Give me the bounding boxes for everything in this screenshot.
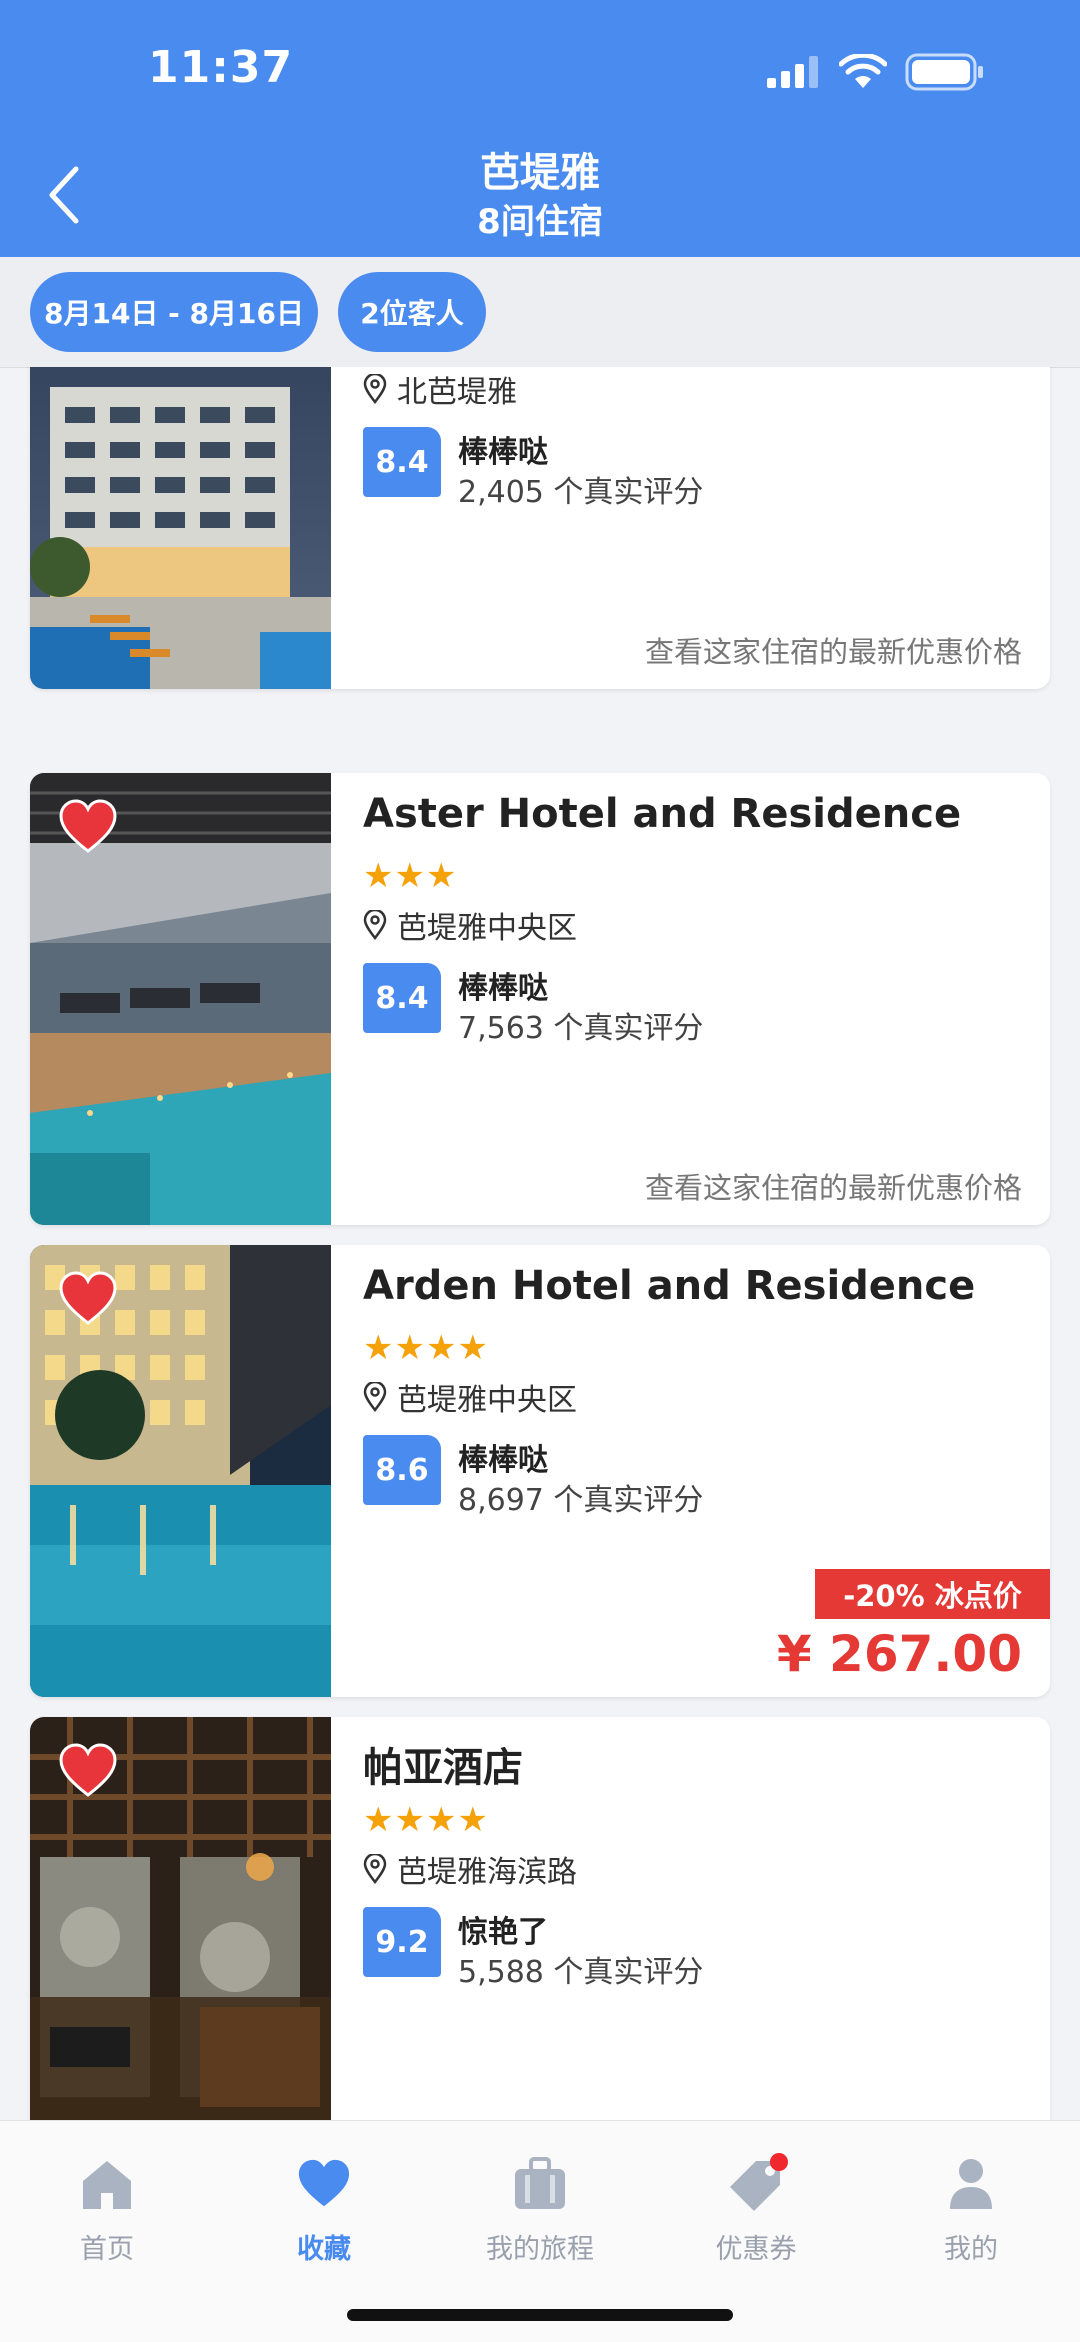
hotel-card[interactable]: Aster Hotel and Residence ★★★ 芭堤雅中央区 8.4… bbox=[30, 773, 1050, 1225]
tab-profile[interactable]: 我的 bbox=[901, 2149, 1041, 2266]
tab-label: 收藏 bbox=[297, 2234, 351, 2265]
hotel-stars: ★★★ bbox=[363, 856, 458, 896]
tab-label: 首页 bbox=[80, 2234, 134, 2265]
status-time: 11:37 bbox=[148, 42, 294, 93]
hotel-info: Aster Hotel and Residence ★★★ 芭堤雅中央区 8.4… bbox=[363, 773, 1022, 1225]
score-text: 惊艳了 bbox=[458, 1915, 548, 1950]
app-header: 11:37 芭堤雅 8间住宿 bbox=[0, 0, 1080, 257]
favorite-heart-icon[interactable] bbox=[58, 799, 118, 855]
hotel-card[interactable]: 帕亚酒店 ★★★★ 芭堤雅海滨路 9.2 惊艳了 5,588 个真实评分 bbox=[30, 1717, 1050, 2120]
hotel-info: Arden Hotel and Residence ★★★★ 芭堤雅中央区 8.… bbox=[363, 1245, 1050, 1697]
location-pin-icon bbox=[363, 374, 387, 404]
tab-my-trips[interactable]: 我的旅程 bbox=[470, 2149, 610, 2266]
location-text: 芭堤雅海滨路 bbox=[397, 1855, 577, 1890]
hotel-stars: ★★★★ bbox=[363, 1800, 489, 1840]
wifi-icon bbox=[839, 54, 887, 88]
tab-label: 我的旅程 bbox=[486, 2234, 594, 2265]
score-text: 棒棒哒 bbox=[458, 971, 548, 1006]
signal-icon bbox=[767, 56, 818, 88]
suitcase-icon bbox=[515, 2157, 565, 2209]
notification-dot bbox=[770, 2153, 788, 2171]
hotel-photo bbox=[30, 773, 331, 1225]
hotel-info: ★★★★ 北芭堤雅 8.4 棒棒哒 2,405 个真实评分 查看这家住宿的最新优… bbox=[363, 367, 1022, 689]
score-text: 棒棒哒 bbox=[458, 435, 548, 470]
review-count: 7,563 个真实评分 bbox=[458, 1011, 704, 1046]
price-hint[interactable]: 查看这家住宿的最新优惠价格 bbox=[645, 1165, 1022, 1207]
hotel-name: 帕亚酒店 bbox=[363, 1745, 523, 1791]
hotel-photo bbox=[30, 367, 331, 689]
score-badge: 9.2 bbox=[363, 1907, 441, 1977]
hotel-location: 芭堤雅海滨路 bbox=[363, 1847, 577, 1891]
hotel-name: Aster Hotel and Residence bbox=[363, 791, 962, 837]
score-badge: 8.4 bbox=[363, 963, 441, 1033]
home-icon bbox=[83, 2161, 131, 2209]
review-count: 2,405 个真实评分 bbox=[458, 475, 704, 510]
score-badge: 8.6 bbox=[363, 1435, 441, 1505]
review-count: 5,588 个真实评分 bbox=[458, 1955, 704, 1990]
date-range-chip[interactable]: 8月14日 - 8月16日 bbox=[30, 272, 318, 352]
location-pin-icon bbox=[363, 1854, 387, 1884]
hotel-card[interactable]: ★★★★ 北芭堤雅 8.4 棒棒哒 2,405 个真实评分 查看这家住宿的最新优… bbox=[30, 367, 1050, 689]
hotel-location: 芭堤雅中央区 bbox=[363, 903, 577, 947]
location-text: 芭堤雅中央区 bbox=[397, 911, 577, 946]
hotel-card[interactable]: Arden Hotel and Residence ★★★★ 芭堤雅中央区 8.… bbox=[30, 1245, 1050, 1697]
location-pin-icon bbox=[363, 910, 387, 940]
location-text: 芭堤雅中央区 bbox=[397, 1383, 577, 1418]
person-icon bbox=[950, 2159, 992, 2209]
tab-label: 我的 bbox=[944, 2234, 998, 2265]
favorite-heart-icon[interactable] bbox=[58, 1743, 118, 1799]
home-indicator bbox=[347, 2309, 733, 2321]
page-title: 芭堤雅 bbox=[480, 150, 600, 196]
score-text: 棒棒哒 bbox=[458, 1443, 548, 1478]
hotel-info: 帕亚酒店 ★★★★ 芭堤雅海滨路 9.2 惊艳了 5,588 个真实评分 bbox=[363, 1717, 1022, 2120]
hotel-location: 北芭堤雅 bbox=[363, 367, 517, 411]
hotel-photo bbox=[30, 1245, 331, 1697]
score-badge: 8.4 bbox=[363, 427, 441, 497]
location-pin-icon bbox=[363, 1382, 387, 1412]
tab-home[interactable]: 首页 bbox=[37, 2149, 177, 2266]
hotel-price: ¥ 267.00 bbox=[776, 1625, 1022, 1683]
heart-icon bbox=[298, 2159, 350, 2207]
hotel-photo bbox=[30, 1717, 331, 2120]
deal-badge: -20% 冰点价 bbox=[815, 1569, 1050, 1619]
favorite-heart-icon[interactable] bbox=[58, 1271, 118, 1327]
price-hint[interactable]: 查看这家住宿的最新优惠价格 bbox=[645, 629, 1022, 671]
battery-icon bbox=[905, 53, 983, 91]
page-subtitle: 8间住宿 bbox=[477, 202, 603, 242]
location-text: 北芭堤雅 bbox=[397, 375, 517, 410]
hotel-location: 芭堤雅中央区 bbox=[363, 1375, 577, 1419]
hotel-stars: ★★★★ bbox=[363, 1328, 489, 1368]
tab-coupons[interactable]: 优惠券 bbox=[686, 2149, 826, 2266]
filter-bar: 8月14日 - 8月16日 2位客人 bbox=[0, 257, 1080, 368]
tab-label: 优惠券 bbox=[715, 2234, 797, 2265]
hotel-list[interactable]: ★★★★ 北芭堤雅 8.4 棒棒哒 2,405 个真实评分 查看这家住宿的最新优… bbox=[0, 367, 1080, 2120]
hotel-name: Arden Hotel and Residence bbox=[363, 1263, 976, 1309]
tab-favorites[interactable]: 收藏 bbox=[254, 2149, 394, 2266]
review-count: 8,697 个真实评分 bbox=[458, 1483, 704, 1518]
status-icons bbox=[767, 52, 985, 92]
guests-chip[interactable]: 2位客人 bbox=[338, 272, 486, 352]
